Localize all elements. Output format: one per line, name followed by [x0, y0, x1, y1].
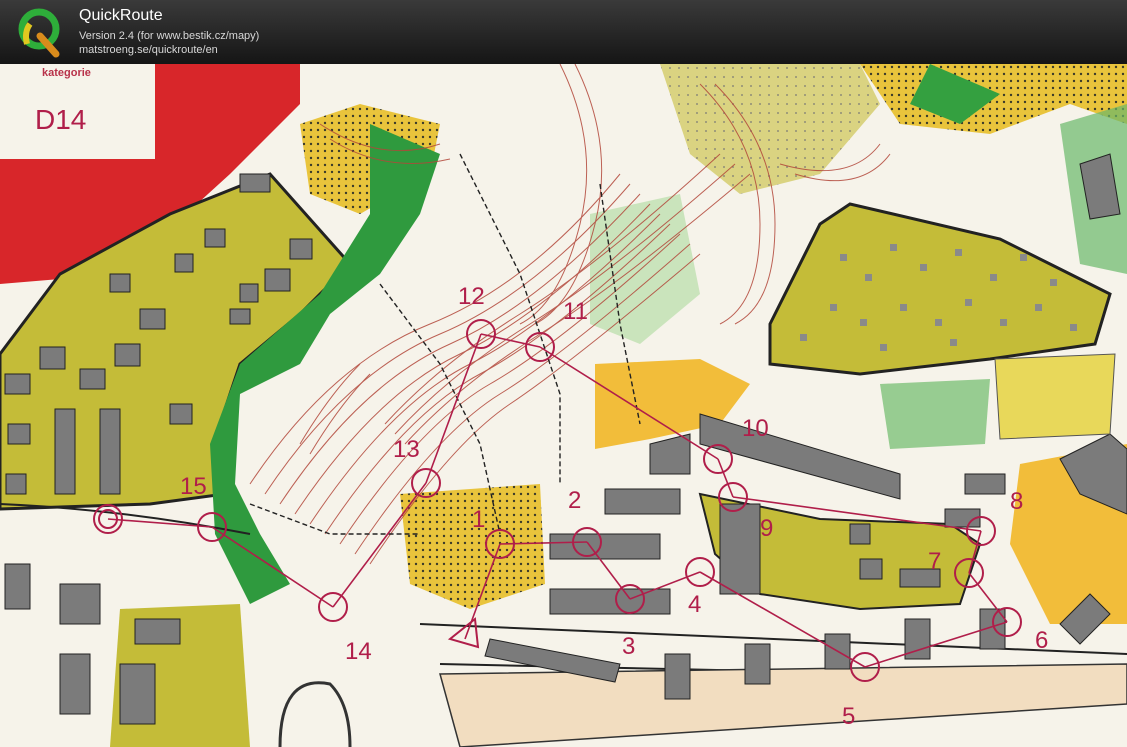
control-13-number: 13 — [393, 436, 420, 463]
control-11-number: 11 — [563, 298, 588, 325]
control-3-number: 3 — [622, 633, 635, 660]
control-5-number: 5 — [842, 703, 855, 730]
sports-field — [994, 353, 1116, 440]
control-6-number: 6 — [1035, 627, 1048, 654]
orienteering-map[interactable]: 1 2 3 4 5 6 7 8 9 10 11 12 13 14 15 kategorie D14 — [0, 64, 1127, 747]
control-8-number: 8 — [1010, 488, 1023, 515]
park-green — [880, 379, 990, 449]
quickroute-logo — [18, 8, 60, 58]
control-9-number: 9 — [760, 515, 773, 542]
control-1-number: 1 — [472, 506, 485, 533]
control-14-number: 14 — [345, 638, 372, 665]
app-website[interactable]: matstroeng.se/quickroute/en — [79, 44, 218, 56]
control-4-number: 4 — [688, 591, 701, 618]
category-code: D14 — [35, 104, 86, 135]
control-12-number: 12 — [458, 283, 485, 310]
category-label: kategorie — [42, 67, 91, 79]
app-version: Version 2.4 (for www.bestik.cz/mapy) — [79, 30, 260, 42]
control-15-number: 15 — [180, 473, 207, 500]
app-title: QuickRoute — [79, 7, 163, 24]
control-7-number: 7 — [928, 548, 941, 575]
app-header: QuickRoute Version 2.4 (for www.bestik.c… — [0, 0, 1127, 64]
control-2-number: 2 — [568, 487, 581, 514]
control-10-number: 10 — [742, 415, 769, 442]
